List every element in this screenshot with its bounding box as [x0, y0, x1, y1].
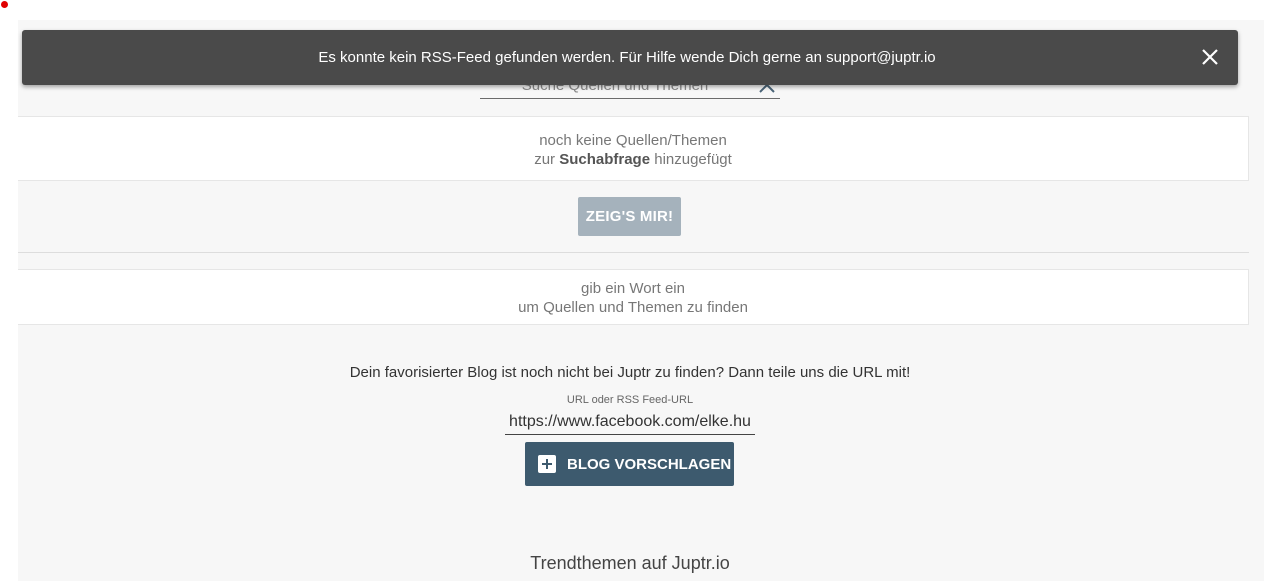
recording-indicator-dot [1, 1, 8, 8]
selected-sources-box: noch keine Quellen/Themen zur Suchabfrag… [18, 116, 1249, 181]
show-me-button[interactable]: ZEIG'S MIR! [578, 197, 681, 236]
trending-topics-title: Trendthemen auf Juptr.io [530, 553, 730, 573]
app-main: noch keine Quellen/Themen zur Suchabfrag… [18, 20, 1264, 581]
url-field-label: URL oder RSS Feed-URL [566, 394, 694, 406]
toast-message: Es konnte kein RSS-Feed gefunden werden.… [318, 49, 936, 66]
search-hint-line2: um Quellen und Themen zu finden [518, 299, 748, 316]
empty-selection-text: noch keine Quellen/Themen [539, 132, 727, 149]
search-hint-line1: gib ein Wort ein [581, 280, 685, 297]
close-icon[interactable] [1201, 48, 1219, 66]
suchabfrage-emphasis: Suchabfrage [559, 151, 651, 168]
url-input[interactable] [505, 410, 755, 435]
error-toast: Es konnte kein RSS-Feed gefunden werden.… [22, 30, 1238, 85]
suggest-blog-button-label: BLOG VORSCHLAGEN [567, 455, 732, 473]
empty-selection-subtext: zur Suchabfrage hinzugefügt [534, 151, 732, 168]
search-hint-box: gib ein Wort ein um Quellen und Themen z… [18, 269, 1249, 325]
suggest-blog-text: Dein favorisierter Blog ist noch nicht b… [349, 364, 911, 381]
plus-box-icon [538, 455, 556, 473]
suggest-blog-button[interactable]: BLOG VORSCHLAGEN [525, 442, 734, 486]
section-divider [18, 252, 1249, 253]
